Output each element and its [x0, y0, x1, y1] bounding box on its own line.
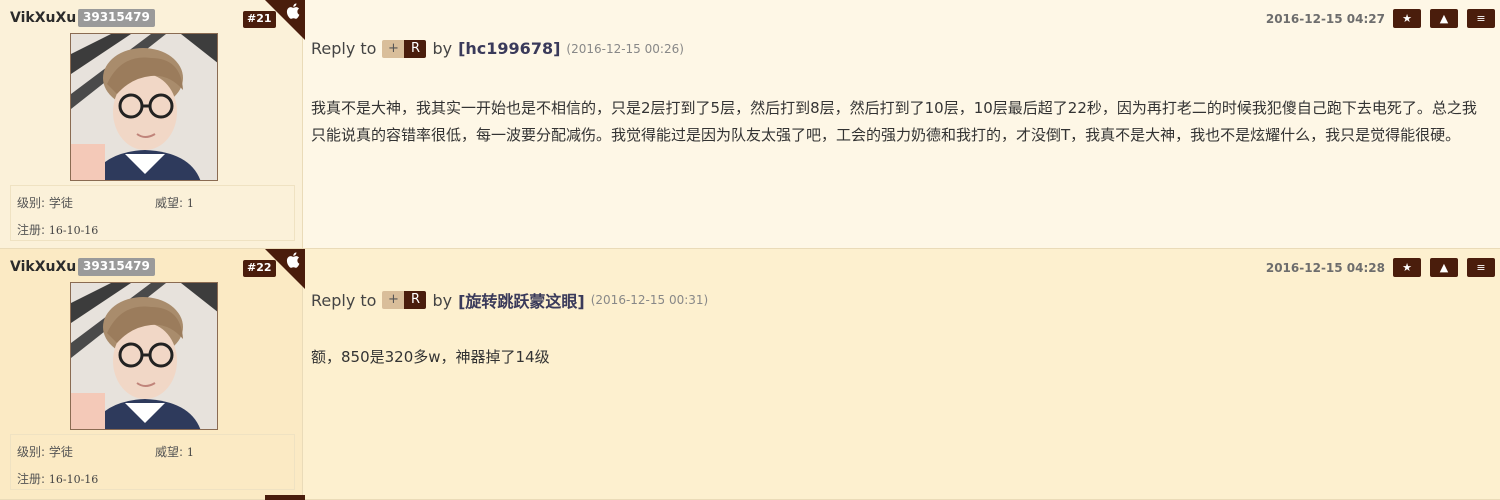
- by-label: by: [432, 290, 453, 310]
- level-value: 学徒: [48, 445, 73, 459]
- username-link[interactable]: VikXuXu: [10, 10, 76, 26]
- user-id-badge: 39315479: [78, 258, 155, 276]
- avatar[interactable]: [70, 33, 218, 181]
- register-value: 16-10-16: [48, 473, 99, 486]
- apple-icon: [286, 252, 300, 268]
- register-key: 注册:: [17, 223, 46, 237]
- avatar-image: [71, 34, 217, 180]
- reply-to-label: Reply to: [311, 290, 377, 310]
- prestige-label: 威望: 1: [155, 443, 194, 460]
- post-timestamp: 2016-12-15 04:28: [1265, 261, 1385, 275]
- level-label: 级别: 学徒: [17, 443, 73, 460]
- reply-header: Reply to + R by [旋转跳跃蒙这眼] (2016-12-15 00:…: [311, 288, 708, 312]
- user-sidebar: VikXuXu 39315479 #21 级别: 学徒 威望: 1 注册: 16…: [0, 0, 305, 248]
- register-label: 注册: 16-10-16: [17, 470, 98, 487]
- username-link[interactable]: VikXuXu: [10, 259, 76, 275]
- register-label: 注册: 16-10-16: [17, 221, 98, 238]
- reply-user-link[interactable]: [旋转跳跃蒙这眼]: [458, 288, 585, 312]
- user-info-box: 级别: 学徒 威望: 1 注册: 16-10-16: [10, 185, 295, 241]
- expand-quote-button[interactable]: +: [382, 39, 405, 58]
- post-22: VikXuXu 39315479 #22 级别: 学徒 威望: 1 注册: 16…: [0, 249, 1500, 500]
- menu-button[interactable]: ≡: [1467, 258, 1495, 277]
- post-21: VikXuXu 39315479 #21 级别: 学徒 威望: 1 注册: 16…: [0, 0, 1500, 249]
- post-timestamp: 2016-12-15 04:27: [1265, 12, 1385, 26]
- level-label: 级别: 学徒: [17, 194, 73, 211]
- register-value: 16-10-16: [48, 224, 99, 237]
- post-body: 额，850是320多w，神器掉了14级: [311, 348, 550, 366]
- next-post-marker: [265, 495, 305, 500]
- prestige-value: 1: [186, 446, 194, 459]
- favorite-button[interactable]: ★: [1393, 258, 1421, 277]
- user-id-badge: 39315479: [78, 9, 155, 27]
- reply-user-link[interactable]: [hc199678]: [458, 39, 560, 58]
- post-body: 我真不是大神，我其实一开始也是不相信的，只是2层打到了5层，然后打到8层，然后打…: [311, 99, 1477, 144]
- user-sidebar: VikXuXu 39315479 #22 级别: 学徒 威望: 1 注册: 16…: [0, 249, 305, 499]
- reply-header: Reply to + R by [hc199678] (2016-12-15 00…: [311, 39, 684, 58]
- reply-time: (2016-12-15 00:26): [566, 41, 684, 56]
- prestige-label: 威望: 1: [155, 194, 194, 211]
- reply-ref-button[interactable]: R: [404, 291, 427, 309]
- favorite-button[interactable]: ★: [1393, 9, 1421, 28]
- avatar[interactable]: [70, 282, 218, 430]
- reply-ref-button[interactable]: R: [404, 39, 427, 58]
- post-content-area: 2016-12-15 04:28 ★ ▲ ≡ Reply to + R by [旋…: [304, 249, 1500, 499]
- by-label: by: [432, 39, 453, 58]
- upvote-button[interactable]: ▲: [1430, 258, 1458, 277]
- level-key: 级别:: [17, 445, 46, 459]
- upvote-button[interactable]: ▲: [1430, 9, 1458, 28]
- prestige-key: 威望:: [155, 445, 184, 459]
- register-key: 注册:: [17, 472, 46, 486]
- reply-time: (2016-12-15 00:31): [590, 293, 709, 307]
- menu-button[interactable]: ≡: [1467, 9, 1495, 28]
- apple-icon: [286, 3, 300, 19]
- prestige-key: 威望:: [155, 196, 184, 210]
- avatar-image: [71, 283, 217, 429]
- level-key: 级别:: [17, 196, 46, 210]
- prestige-value: 1: [186, 197, 194, 210]
- reply-to-label: Reply to: [311, 39, 377, 58]
- user-info-box: 级别: 学徒 威望: 1 注册: 16-10-16: [10, 434, 295, 490]
- level-value: 学徒: [48, 196, 73, 210]
- expand-quote-button[interactable]: +: [382, 291, 405, 309]
- post-content-area: 2016-12-15 04:27 ★ ▲ ≡ Reply to + R by [h…: [304, 0, 1500, 248]
